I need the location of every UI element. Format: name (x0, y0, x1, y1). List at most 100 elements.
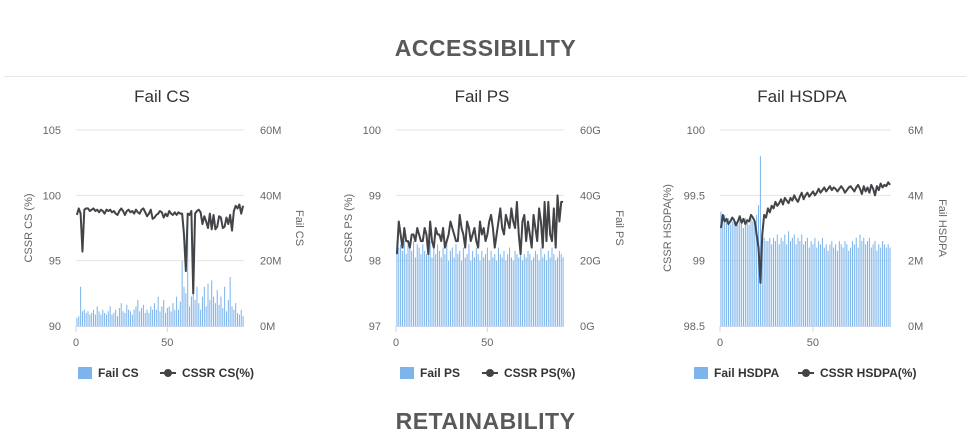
bar (855, 237, 857, 326)
bar (227, 299, 229, 326)
bar (769, 237, 771, 326)
bar (176, 296, 178, 326)
bar (122, 311, 124, 326)
bar (727, 218, 729, 326)
y-right-tick-label: 40G (580, 190, 601, 202)
bar (168, 306, 170, 326)
x-tick-label: 0 (393, 337, 399, 349)
bar (793, 234, 795, 326)
legend-line-marker (164, 369, 172, 377)
bar (401, 250, 403, 326)
bar (76, 317, 78, 326)
bar (523, 254, 525, 326)
bar (459, 250, 461, 326)
bar (468, 244, 470, 326)
bar (853, 244, 855, 326)
bar (889, 247, 891, 326)
bar (773, 237, 775, 326)
bar (778, 244, 780, 326)
bar (431, 257, 433, 326)
x-tick-label: 50 (481, 337, 493, 349)
bar (159, 311, 161, 326)
legend-bar-symbol (400, 367, 414, 379)
bar (437, 244, 439, 326)
bar (739, 218, 741, 326)
bar (438, 250, 440, 326)
bar (544, 254, 546, 326)
bar (242, 316, 244, 326)
bar (742, 228, 744, 326)
y-left-tick-label: 90 (49, 321, 61, 333)
bar (733, 218, 735, 326)
x-tick-label: 0 (73, 337, 79, 349)
bar (861, 241, 863, 326)
bar (124, 312, 126, 326)
bar (91, 312, 93, 326)
bar (135, 306, 137, 326)
bar (148, 312, 150, 326)
y-left-tick-label: 100 (687, 125, 705, 137)
bar (220, 296, 222, 326)
legend-bar-label: Fail CS (98, 366, 139, 380)
bar (457, 254, 459, 326)
bar (100, 314, 102, 326)
bar (440, 257, 442, 326)
bar (446, 244, 448, 326)
bar (810, 241, 812, 326)
bar (196, 286, 198, 326)
chart-fail-hsdpa: Fail HSDPA 100 99.5 99 98.5 6M 4M 2M 0M 0 50 CSSR H… (662, 87, 948, 380)
bar (490, 250, 492, 326)
bar (181, 260, 183, 326)
bar (435, 254, 437, 326)
y-left-tick-label: 105 (43, 125, 61, 137)
bar (494, 254, 496, 326)
bar (139, 311, 141, 326)
bar (418, 247, 420, 326)
bar (117, 316, 119, 326)
line-series (75, 203, 245, 295)
bar (416, 244, 418, 326)
bar (488, 260, 490, 326)
bar (461, 260, 463, 326)
bar (207, 283, 209, 326)
bar (842, 247, 844, 326)
bar (833, 247, 835, 326)
bar (137, 299, 139, 326)
bar (398, 247, 400, 326)
y-left-tick-label: 100 (43, 190, 61, 202)
bar (152, 309, 154, 326)
y-left-tick-label: 97 (369, 321, 381, 333)
chart-fail-cs: Fail CS 105 100 95 90 60M 40M 20M 0M 0 50 CSSR CS (… (23, 87, 305, 380)
bar (485, 254, 487, 326)
bar (142, 304, 144, 326)
bar (425, 254, 427, 326)
bar (545, 260, 547, 326)
bar (789, 241, 791, 326)
bar (880, 247, 882, 326)
legend-bar-symbol (694, 367, 708, 379)
bar (562, 257, 564, 326)
bar (466, 254, 468, 326)
bar (814, 237, 816, 326)
x-tick-label: 50 (807, 337, 819, 349)
chart-title: Fail HSDPA (757, 87, 847, 106)
bar (765, 241, 767, 326)
bar (455, 244, 457, 326)
bar (737, 224, 739, 326)
bar (444, 254, 446, 326)
bar (558, 250, 560, 326)
bar (213, 296, 215, 326)
bar (838, 241, 840, 326)
bar (150, 306, 152, 326)
bar (744, 218, 746, 326)
bar (816, 247, 818, 326)
bar (409, 247, 411, 326)
bar (536, 254, 538, 326)
bar (225, 311, 227, 326)
y-right-axis-title: Fail HSDPA (936, 199, 948, 258)
bar (411, 250, 413, 326)
bar (172, 303, 174, 326)
bar (752, 221, 754, 326)
bar (205, 306, 207, 326)
y-left-tick-label: 100 (363, 125, 381, 137)
